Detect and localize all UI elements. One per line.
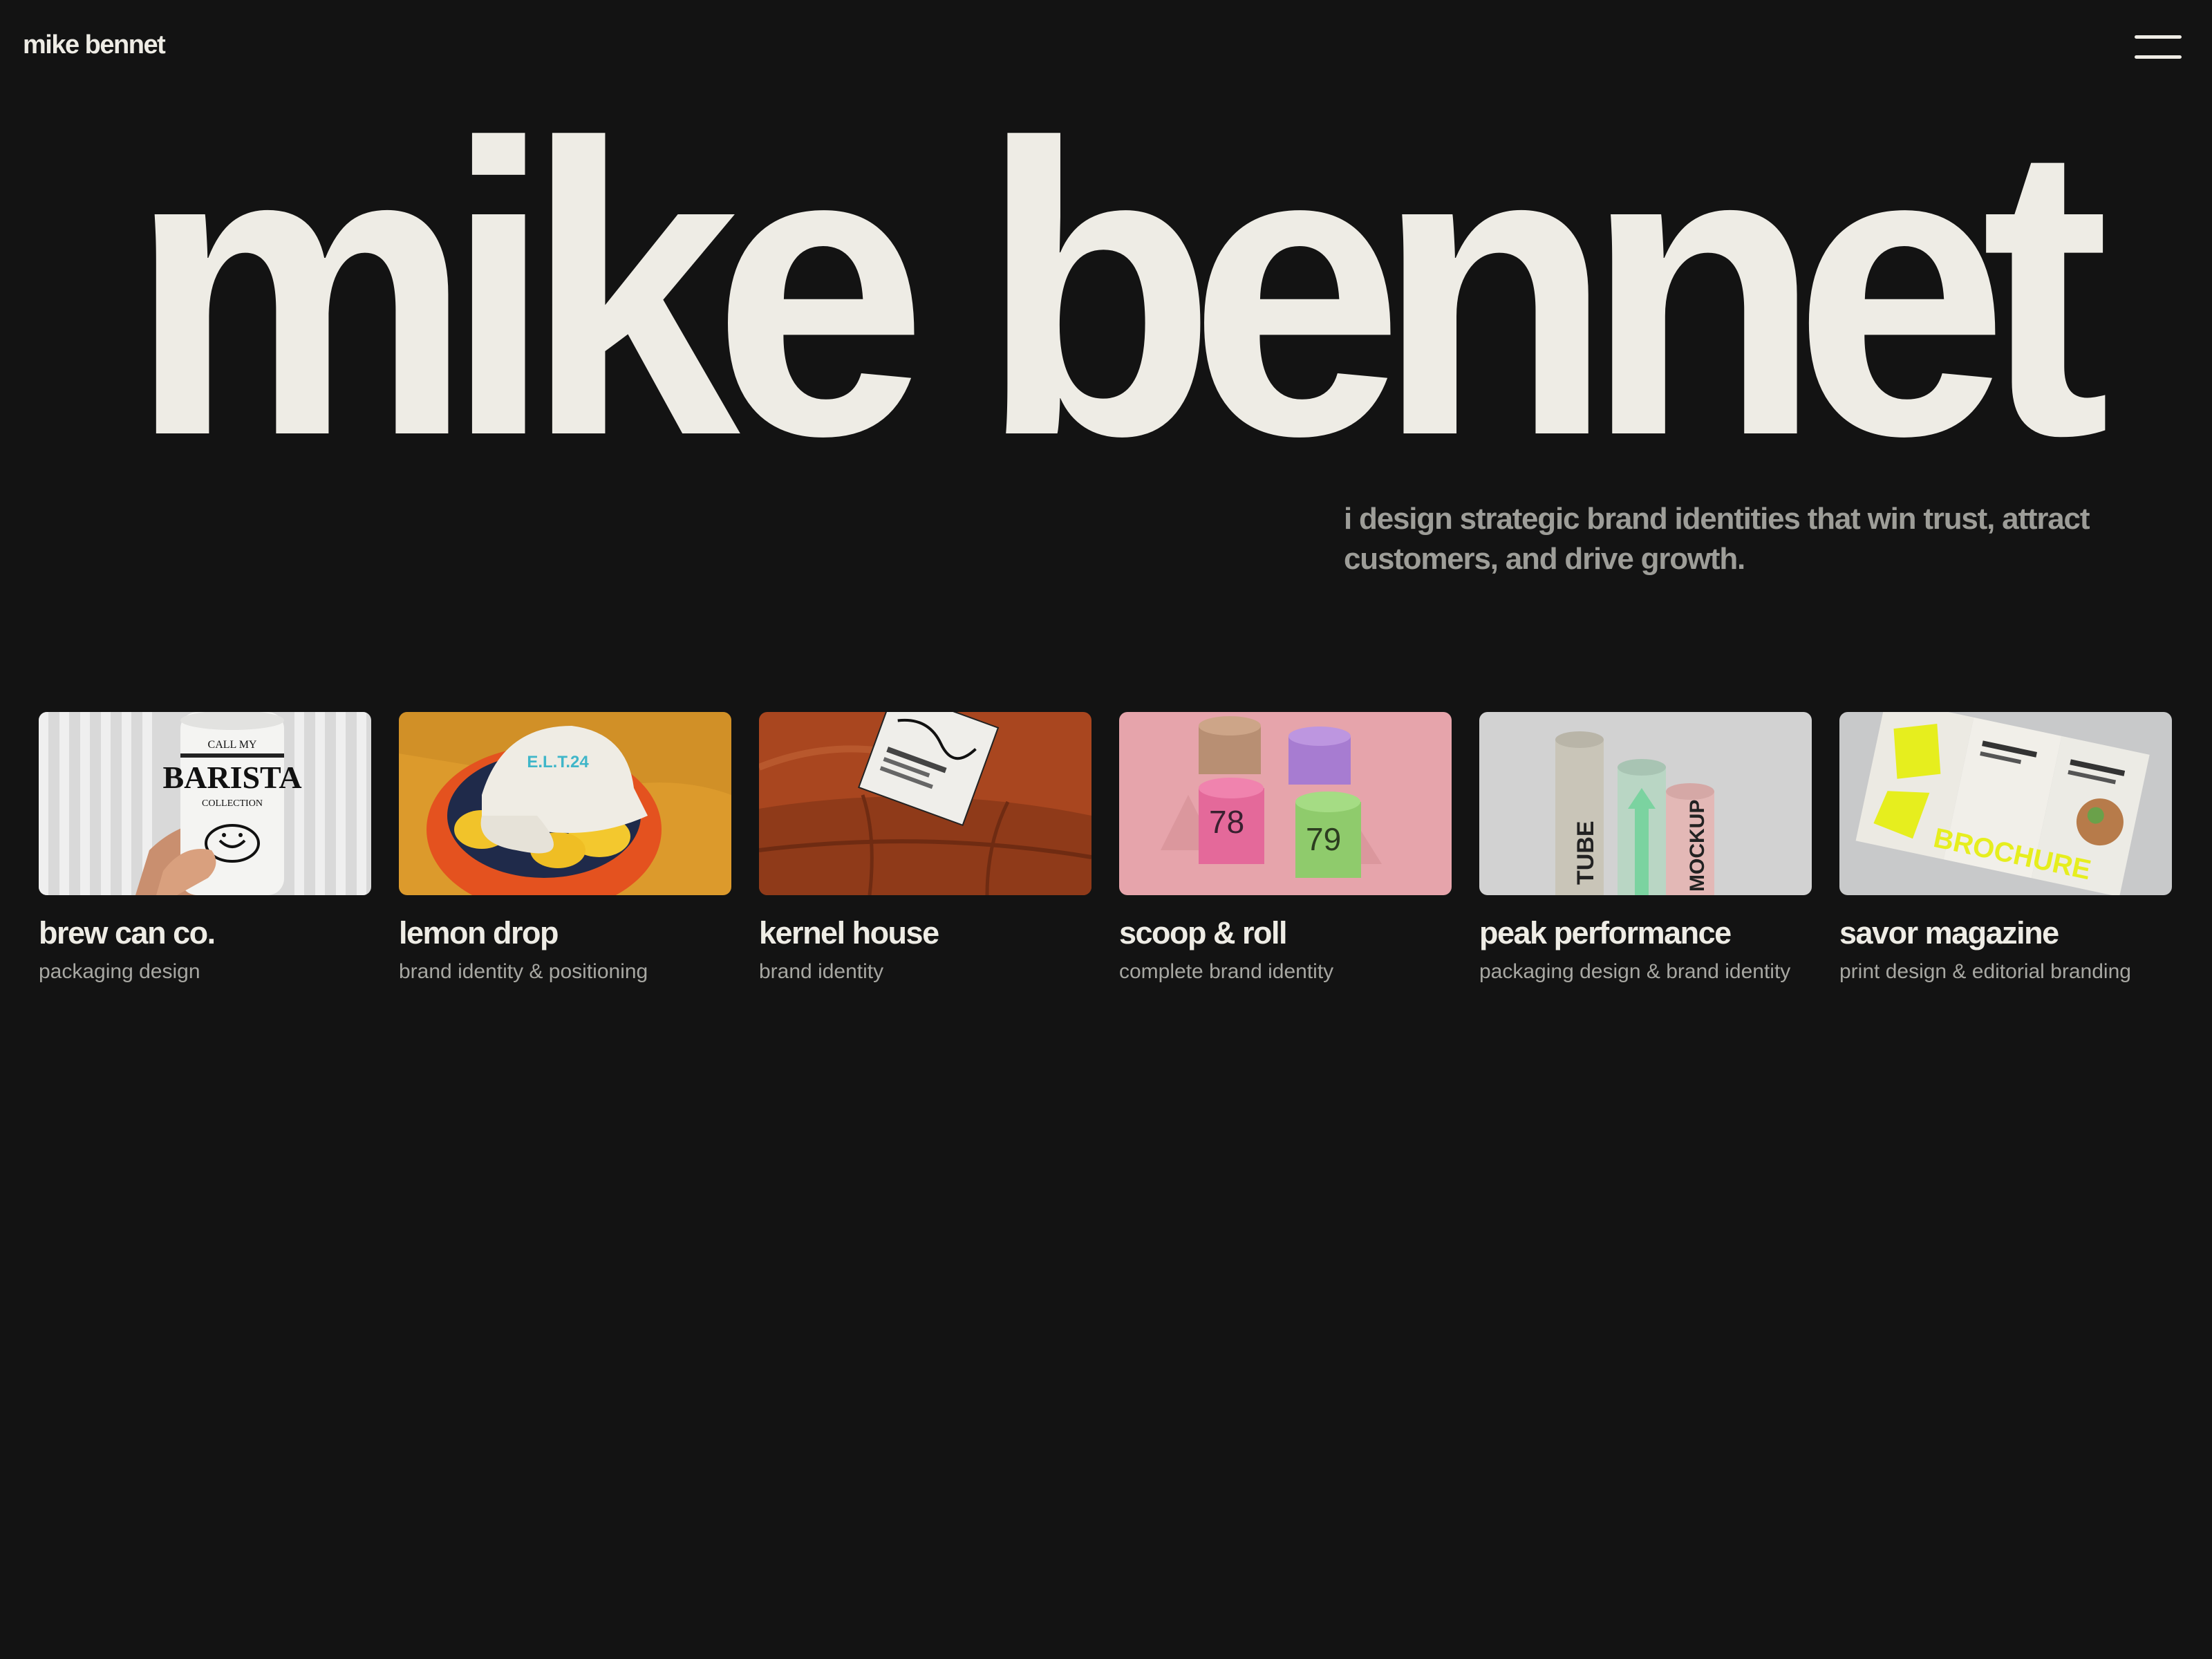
project-title[interactable]: scoop & roll [1119, 915, 1452, 952]
project-card-scoop-and-roll[interactable]: 78 79 scoop & roll complete brand identi… [1119, 712, 1452, 985]
tube-packaging-photo[interactable]: TUBE MOCKUP [1479, 712, 1812, 895]
menu-line [2135, 55, 2182, 59]
project-title[interactable]: savor magazine [1839, 915, 2172, 952]
svg-text:79: 79 [1306, 821, 1341, 857]
project-card-savor-magazine[interactable]: BROCHURE savor magazine print design & e… [1839, 712, 2172, 985]
project-grid: CALL MY BARISTA COLLECTION brew can co. … [39, 712, 2173, 985]
svg-text:78: 78 [1209, 804, 1244, 840]
project-card-lemon-drop[interactable]: E.L.T.24 lemon drop brand identity & pos… [399, 712, 731, 985]
hamburger-menu-icon[interactable] [2135, 33, 2182, 61]
project-category: brand identity & positioning [399, 960, 648, 983]
project-category: complete brand identity [1119, 960, 1334, 983]
project-title[interactable]: lemon drop [399, 915, 731, 952]
cap-and-lemons-photo[interactable]: E.L.T.24 [399, 712, 731, 895]
project-title[interactable]: peak performance [1479, 915, 1812, 952]
project-card-brew-can-co[interactable]: CALL MY BARISTA COLLECTION brew can co. … [39, 712, 371, 985]
menu-line [2135, 35, 2182, 39]
svg-text:E.L.T.24: E.L.T.24 [527, 753, 589, 771]
project-title[interactable]: brew can co. [39, 915, 371, 952]
beverage-can-photo[interactable]: CALL MY BARISTA COLLECTION [39, 712, 371, 895]
project-category: print design & editorial branding [1839, 960, 2131, 983]
site-logo[interactable]: mike bennet [23, 30, 166, 60]
svg-text:COLLECTION: COLLECTION [202, 798, 263, 809]
book-on-leather-photo[interactable] [759, 712, 1091, 895]
project-category: brand identity [759, 960, 884, 983]
svg-text:BARISTA: BARISTA [162, 760, 301, 795]
brochure-photo[interactable]: BROCHURE [1839, 712, 2172, 895]
project-category: packaging design [39, 960, 200, 983]
project-title[interactable]: kernel house [759, 915, 1091, 952]
svg-text:MOCKUP: MOCKUP [1686, 800, 1709, 892]
svg-text:TUBE: TUBE [1573, 821, 1599, 885]
ice-cream-cups-photo[interactable]: 78 79 [1119, 712, 1452, 895]
project-category: packaging design & brand identity [1479, 960, 1791, 983]
svg-text:CALL MY: CALL MY [208, 739, 257, 751]
project-card-peak-performance[interactable]: TUBE MOCKUP peak performance packaging d… [1479, 712, 1812, 985]
hero-title: mike bennet [129, 59, 2110, 522]
project-card-kernel-house[interactable]: kernel house brand identity [759, 712, 1091, 985]
hero-tagline: i design strategic brand identities that… [1344, 502, 2090, 576]
